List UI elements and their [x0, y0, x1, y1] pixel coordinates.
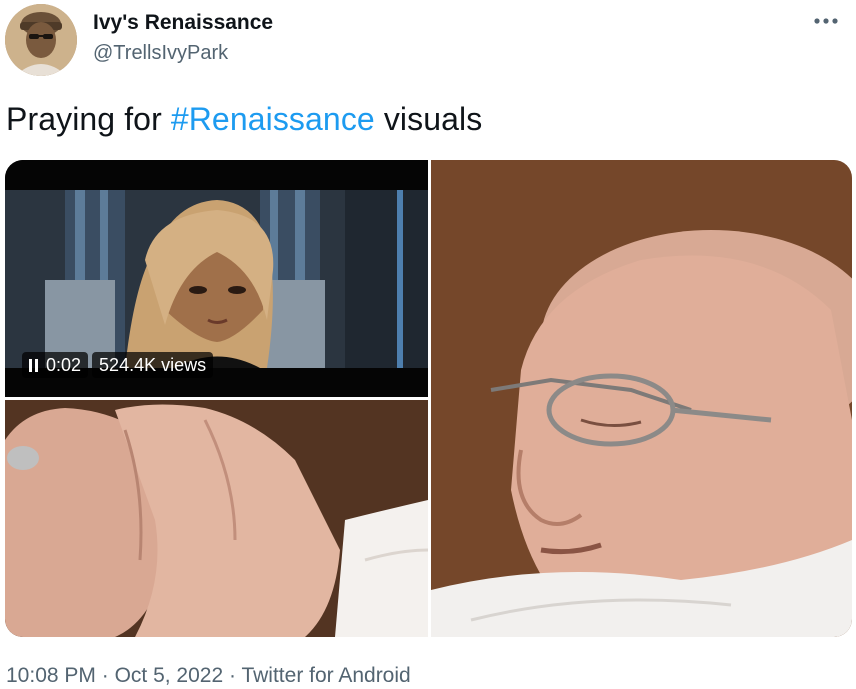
tweet-meta: 10:08 PM · Oct 5, 2022 · Twitter for And…: [6, 664, 411, 688]
pope-image: [431, 160, 852, 637]
tweet: Ivy's Renaissance @TrellsIvyPark Praying…: [0, 0, 856, 689]
video-time: 0:02: [46, 354, 82, 375]
tweet-text-after: visuals: [374, 101, 483, 137]
tweet-text-before: Praying for: [6, 101, 171, 137]
praying-hands-image: [5, 400, 428, 637]
more-horizontal-icon: [814, 18, 838, 24]
hashtag-link[interactable]: #Renaissance: [171, 101, 375, 137]
tweet-date[interactable]: Oct 5, 2022: [115, 664, 224, 687]
author-display-name[interactable]: Ivy's Renaissance: [93, 11, 273, 35]
playback-pill: 0:02: [22, 352, 89, 378]
view-count-pill: 524.4K views: [92, 352, 214, 378]
image-pope[interactable]: [431, 160, 852, 637]
video-overlay: 0:02 524.4K views: [22, 352, 214, 378]
video-views: 524.4K views: [99, 354, 207, 375]
tweet-source[interactable]: Twitter for Android: [241, 664, 410, 687]
author-handle[interactable]: @TrellsIvyPark: [93, 42, 228, 65]
meta-separator: ·: [229, 664, 236, 687]
video-player[interactable]: 0:02 524.4K views: [5, 160, 428, 397]
meta-separator: ·: [101, 664, 109, 687]
image-praying-hands[interactable]: [5, 400, 428, 637]
media-grid: 0:02 524.4K views: [5, 160, 852, 637]
pause-icon[interactable]: [29, 358, 38, 372]
more-options-button[interactable]: [808, 6, 844, 36]
avatar[interactable]: [5, 4, 77, 76]
avatar-image: [5, 4, 77, 76]
tweet-time[interactable]: 10:08 PM: [6, 664, 96, 687]
tweet-text: Praying for #Renaissance visuals: [6, 101, 482, 138]
